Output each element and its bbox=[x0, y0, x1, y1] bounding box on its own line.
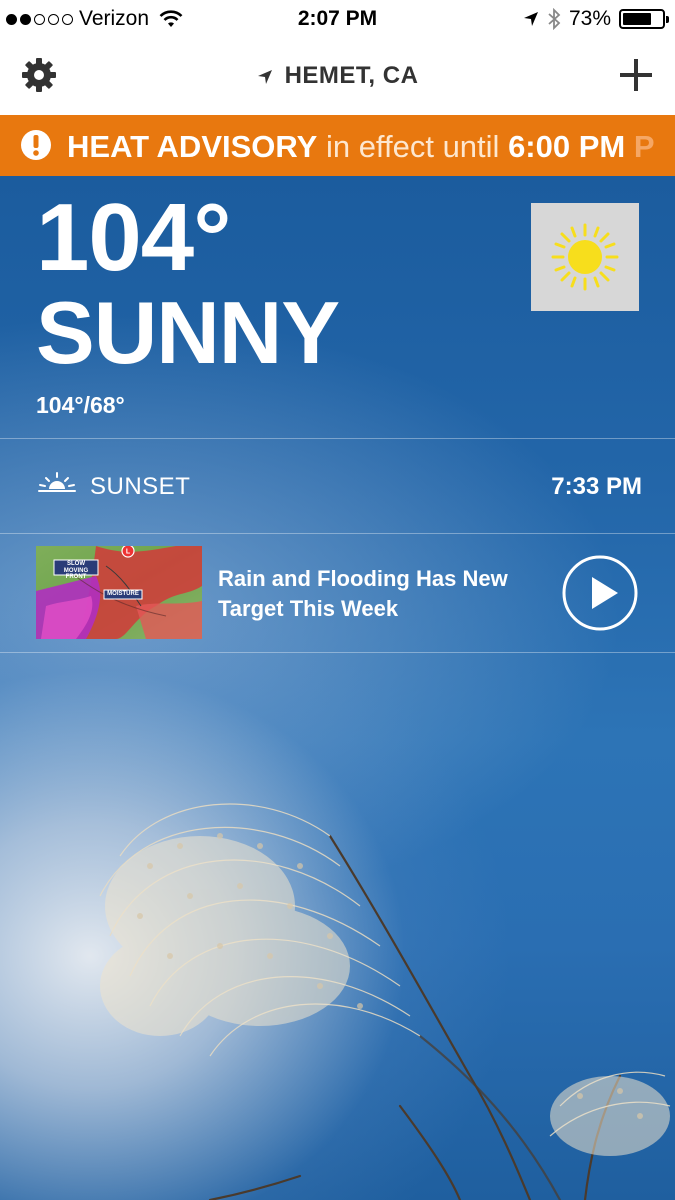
svg-text:L: L bbox=[126, 549, 131, 556]
battery-percent: 73% bbox=[568, 7, 611, 30]
alert-icon bbox=[21, 130, 51, 160]
nav-bar: HEMET, CA bbox=[0, 38, 675, 115]
advisory-text: HEAT ADVISORY in effect until 6:00 PM P bbox=[67, 129, 655, 165]
advisory-title: HEAT ADVISORY bbox=[67, 129, 318, 164]
video-thumbnail[interactable]: L SLOW MOVING FRONT MOISTURE bbox=[36, 546, 202, 639]
location-services-icon bbox=[523, 12, 538, 26]
sunset-time: 7:33 PM bbox=[551, 473, 642, 500]
sunset-label: SUNSET bbox=[90, 473, 191, 500]
divider bbox=[0, 652, 675, 653]
battery-icon bbox=[619, 9, 669, 29]
video-story[interactable]: L SLOW MOVING FRONT MOISTURE Rain and Fl… bbox=[0, 533, 675, 653]
status-right: 73% bbox=[523, 7, 669, 31]
heat-advisory-banner[interactable]: HEAT ADVISORY in effect until 6:00 PM P bbox=[0, 115, 675, 176]
play-icon[interactable] bbox=[560, 553, 640, 633]
high-low-temperature: 104°/68° bbox=[36, 392, 125, 418]
location-name: HEMET, CA bbox=[284, 62, 419, 89]
current-condition: SUNNY bbox=[36, 283, 340, 382]
background-grass-image bbox=[99, 803, 671, 1200]
bluetooth-icon bbox=[548, 8, 561, 30]
location-button[interactable]: HEMET, CA bbox=[0, 62, 675, 90]
location-arrow-icon bbox=[257, 69, 272, 84]
thumb-label-front: SLOW MOVING FRONT bbox=[63, 561, 89, 580]
sunset-icon bbox=[38, 472, 76, 492]
advisory-overflow: P bbox=[633, 129, 655, 164]
sunset-row: SUNSET 7:33 PM bbox=[0, 439, 675, 533]
thumb-label-moisture: MOISTURE bbox=[107, 591, 139, 597]
video-title[interactable]: Rain and Flooding Has New Target This We… bbox=[218, 564, 558, 624]
condition-tile bbox=[531, 203, 639, 311]
status-bar: Verizon 2:07 PM 73% bbox=[0, 0, 675, 38]
sun-icon bbox=[551, 223, 619, 291]
current-temperature: 104° bbox=[36, 184, 232, 291]
battery-fill bbox=[623, 13, 651, 25]
advisory-middle: in effect until bbox=[325, 129, 500, 164]
plus-icon[interactable] bbox=[617, 56, 655, 94]
advisory-time: 6:00 PM bbox=[508, 129, 626, 164]
weather-main: 104° SUNNY 104°/68° SUNSET 7:33 PM L SLO… bbox=[0, 176, 675, 1200]
